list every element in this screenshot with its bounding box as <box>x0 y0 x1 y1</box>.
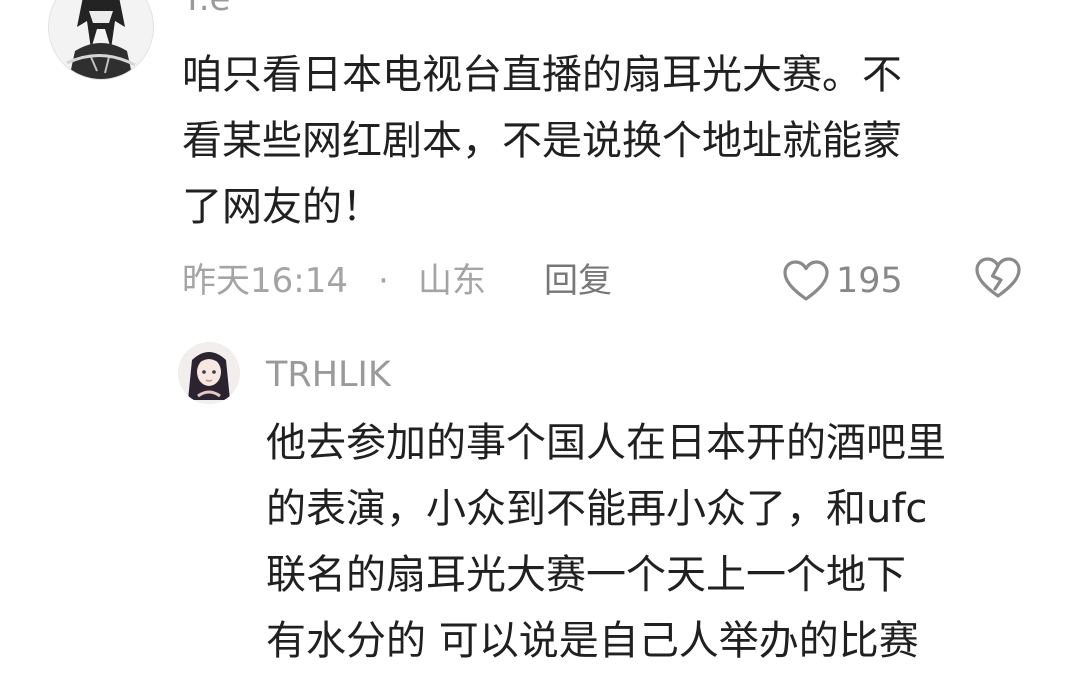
reply-text-line: 联名的扇耳光大赛一个天上一个地下 <box>266 552 906 598</box>
reply-avatar[interactable] <box>178 342 240 404</box>
meta-separator: · <box>378 261 389 301</box>
broken-heart-icon[interactable] <box>974 256 1022 300</box>
comment-text-line: 咱只看日本电视台直播的扇耳光大赛。不 <box>182 52 902 98</box>
comment-time: 昨天16:14 <box>182 261 348 301</box>
avatar[interactable] <box>48 0 154 80</box>
comment-text-line: 看某些网红剧本，不是说换个地址就能蒙 <box>182 118 902 164</box>
comment-location: 山东 <box>418 261 486 301</box>
like-button[interactable]: 195 <box>782 256 903 306</box>
reply-text-line: 他去参加的事个国人在日本开的酒吧里 <box>266 420 946 466</box>
comment-text: 咱只看日本电视台直播的扇耳光大赛。不 看某些网红剧本，不是说换个地址就能蒙 了网… <box>182 42 902 240</box>
reply-text: 他去参加的事个国人在日本开的酒吧里 的表演，小众到不能再小众了，和ufc 联名的… <box>266 410 946 674</box>
like-count: 195 <box>836 260 903 301</box>
comment-text-line: 了网友的！ <box>182 184 382 230</box>
user-avatar-illustration <box>49 0 153 79</box>
comment-thread: T.e 咱只看日本电视台直播的扇耳光大赛。不 看某些网红剧本，不是说换个地址就能… <box>0 0 1072 668</box>
reply-text-line: 有水分的 可以说是自己人举办的比赛 <box>266 618 919 664</box>
comment-username[interactable]: T.e <box>182 0 230 16</box>
reply-text-line: 的表演，小众到不能再小众了，和ufc <box>266 486 928 532</box>
heart-outline-icon <box>783 260 829 301</box>
reply-username[interactable]: TRHLIK <box>266 358 391 393</box>
reply-button[interactable]: 回复 <box>544 258 612 304</box>
reply-avatar-illustration <box>178 342 240 404</box>
